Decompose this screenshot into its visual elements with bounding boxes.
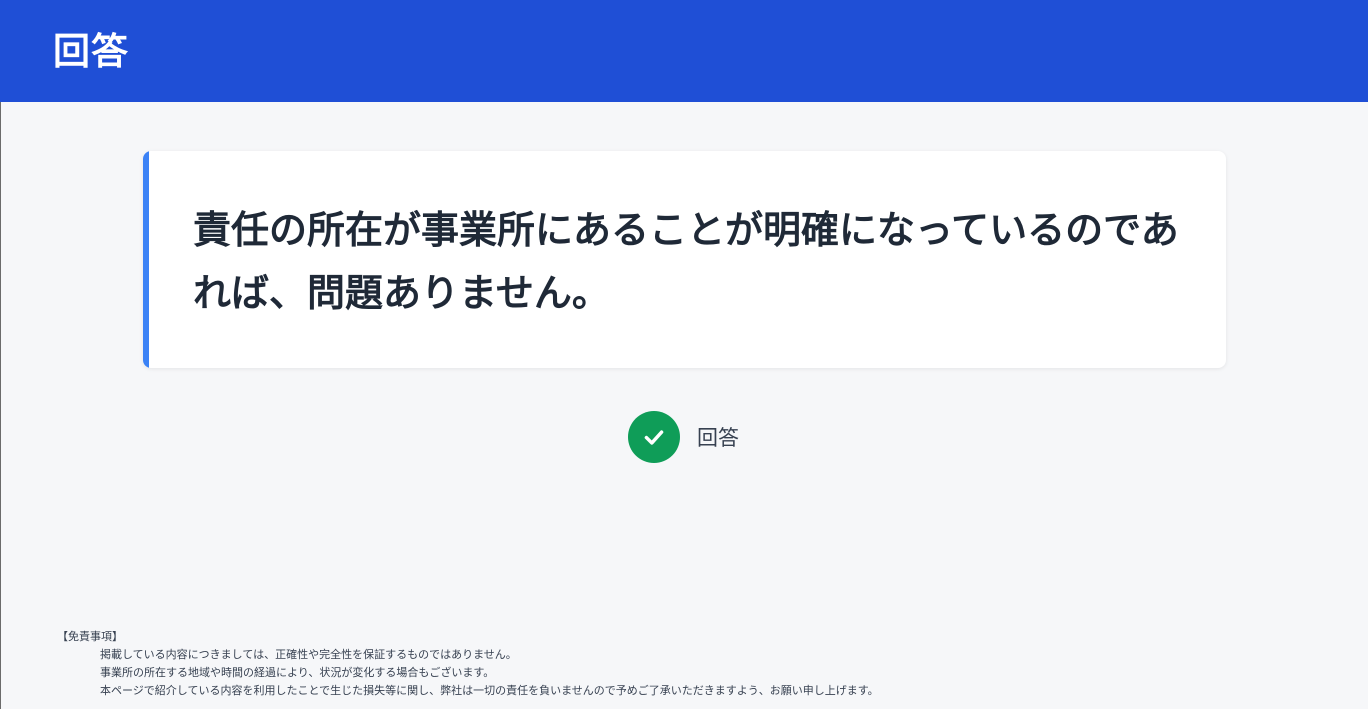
page-header: 回答: [0, 0, 1368, 102]
card-accent-bar: [143, 151, 149, 368]
status-label: 回答: [697, 426, 739, 450]
answer-text: 責任の所在が事業所にあることが明確になっているのであれば、問題ありません。: [193, 208, 1179, 315]
answer-status: 回答: [628, 411, 739, 463]
answer-card: 責任の所在が事業所にあることが明確になっているのであれば、問題ありません。: [143, 151, 1226, 368]
check-mark-icon: [644, 430, 664, 445]
disclaimer-line: 掲載している内容につきましては、正確性や完全性を保証するものではありません。: [100, 648, 517, 661]
disclaimer: 【免責事項】 掲載している内容につきましては、正確性や完全性を保証するものではあ…: [57, 628, 879, 700]
page-title: 回答: [53, 30, 129, 73]
disclaimer-line: 本ページで紹介している内容を利用したことで生じた損失等に関し、弊社は一切の責任を…: [100, 684, 879, 697]
disclaimer-title: 【免責事項】: [57, 630, 123, 643]
disclaimer-line: 事業所の所在する地域や時間の経過により、状況が変化する場合もございます。: [100, 666, 495, 679]
check-circle-icon: [628, 411, 680, 463]
window-left-border: [0, 102, 1, 709]
